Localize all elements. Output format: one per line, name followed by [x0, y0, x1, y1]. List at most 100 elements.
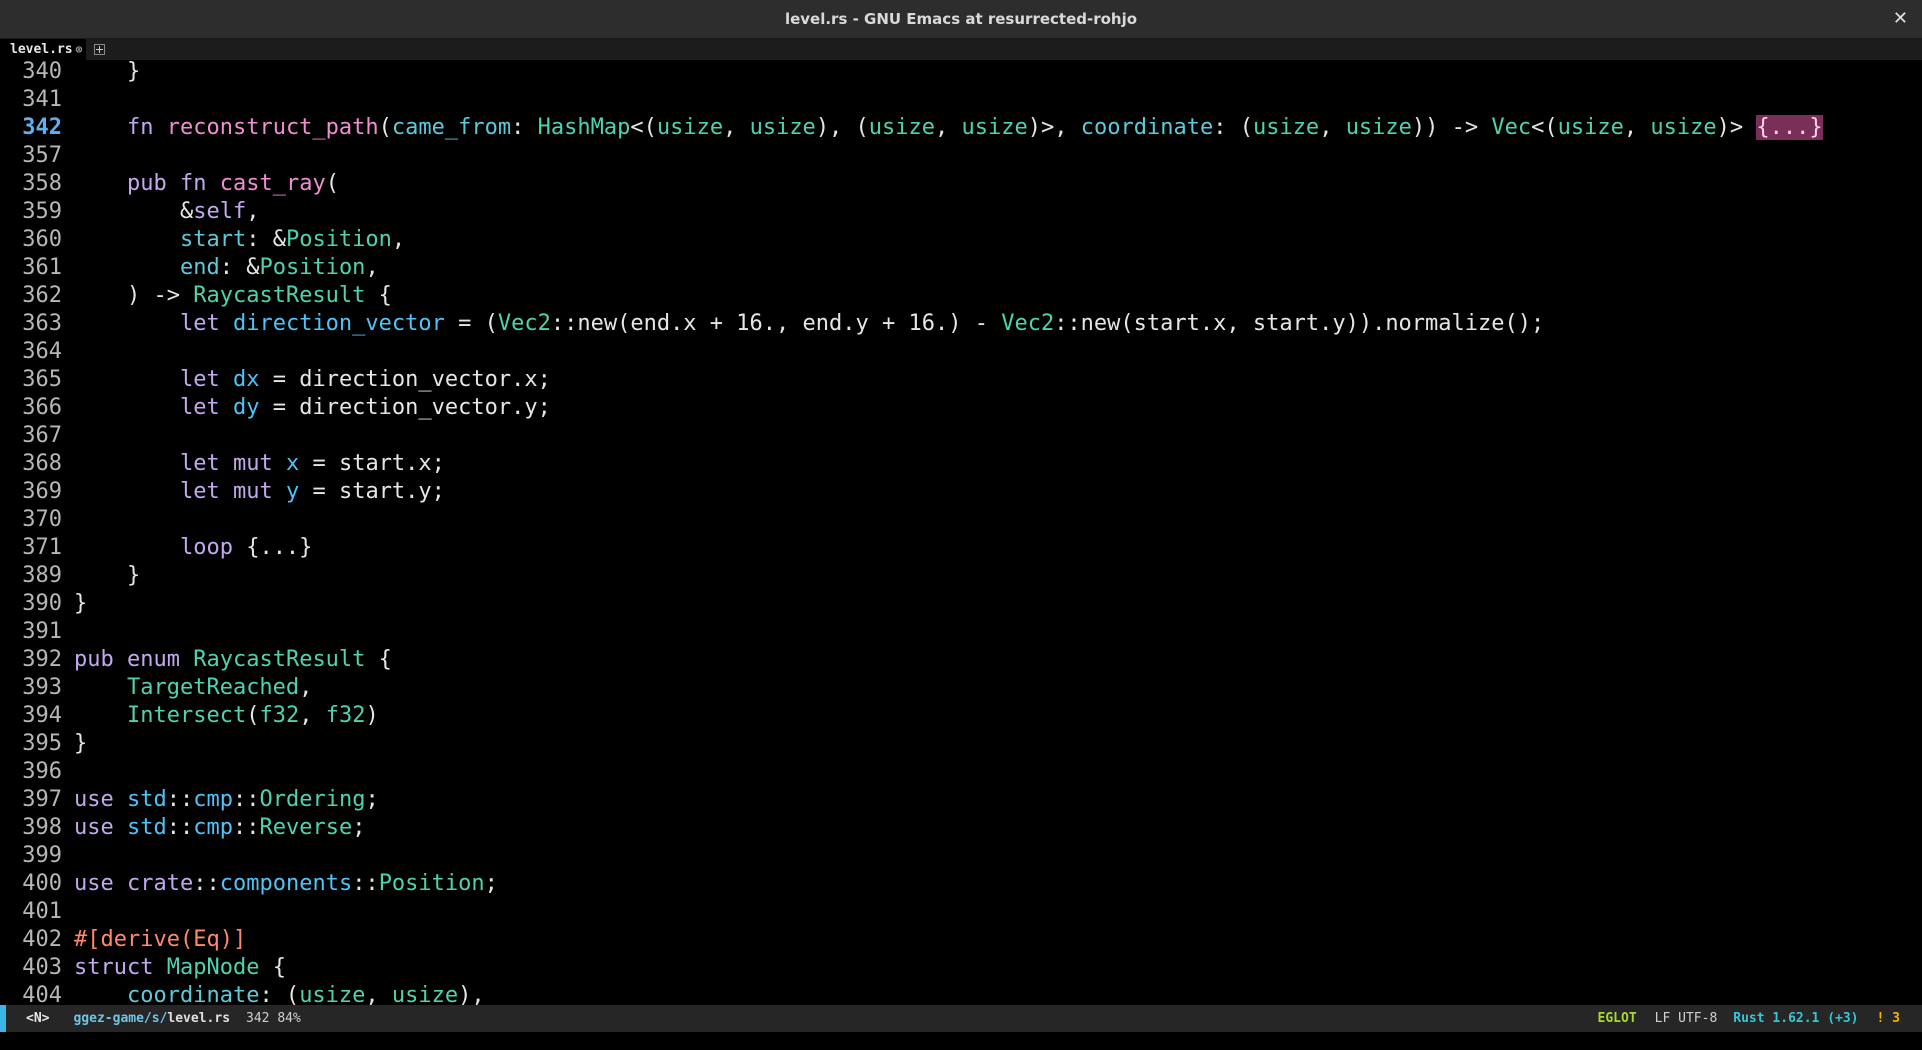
line-number: 394 [22, 703, 62, 728]
code-token: } [74, 60, 141, 84]
code-token: { [259, 955, 286, 980]
code-text: fn reconstruct_path(came_from: HashMap<(… [74, 114, 1823, 142]
code-line[interactable]: 399 [0, 842, 62, 870]
code-line[interactable]: 363 let direction_vector = (Vec2::new(en… [0, 310, 1544, 338]
code-line[interactable]: 403 struct MapNode { [0, 954, 286, 982]
code-line[interactable]: 398 use std::cmp::Reverse; [0, 814, 365, 842]
fold-indicator[interactable]: {...} [1756, 115, 1823, 140]
code-line[interactable]: 361 end: &Position, [0, 254, 378, 282]
code-line[interactable]: 392 pub enum RaycastResult { [0, 646, 392, 674]
code-line[interactable]: 368 let mut x = start.x; [0, 450, 445, 478]
code-line[interactable]: 395} [0, 730, 87, 758]
code-line[interactable]: 357 [0, 142, 62, 170]
code-line[interactable]: 369 let mut y = start.y; [0, 478, 445, 506]
code-line[interactable]: 391 [0, 618, 62, 646]
code-token: RaycastResult [193, 283, 366, 308]
encoding-indicator[interactable]: LF UTF-8 [1655, 1011, 1718, 1026]
code-token: : [511, 115, 538, 140]
code-text: loop {...} [74, 534, 312, 562]
echo-area[interactable] [0, 1032, 1922, 1050]
code-line[interactable]: 358 pub fn cast_ray( [0, 170, 339, 198]
code-token: ::new(start.x, start.y)).normalize(); [1054, 311, 1545, 336]
code-line[interactable]: 365 let dx = direction_vector.x; [0, 366, 551, 394]
code-text: pub enum RaycastResult { [74, 646, 392, 674]
code-line[interactable]: 390} [0, 590, 87, 618]
code-token: , [723, 115, 750, 140]
line-number: 396 [22, 759, 62, 784]
line-number: 400 [22, 871, 62, 896]
buffer-path[interactable]: ggez-game/s/level.rs [73, 1011, 230, 1026]
eglot-indicator[interactable]: EGLOT [1598, 1011, 1637, 1026]
code-token: & [74, 199, 194, 224]
code-token: came_from [391, 115, 512, 140]
code-line[interactable]: 364 [0, 338, 62, 366]
line-number: 359 [22, 199, 62, 224]
code-token: = direction_vector.x; [259, 367, 551, 392]
code-token: ( [378, 115, 392, 140]
code-text: use std::cmp::Ordering; [74, 786, 379, 814]
code-line[interactable]: 360 start: &Position, [0, 226, 405, 254]
line-number: 366 [22, 395, 62, 420]
code-token: } [74, 563, 141, 588]
code-token: Position [259, 255, 366, 280]
tab-level-rs[interactable]: level.rs ⊗ [0, 39, 87, 60]
code-line[interactable]: 394 Intersect(f32, f32) [0, 702, 378, 730]
code-line[interactable]: 397 use std::cmp::Ordering; [0, 786, 378, 814]
code-token: = start.x; [299, 451, 445, 476]
line-number: 397 [22, 787, 62, 812]
buffer-path-dir: ggez-game/s/ [73, 1011, 168, 1026]
code-token: Reverse [259, 815, 353, 840]
code-token: coordinate [126, 983, 260, 1005]
modeline-active-indicator [0, 1005, 6, 1032]
new-tab-button[interactable] [94, 39, 106, 60]
code-token: :: [193, 871, 220, 896]
code-line[interactable]: 359 &self, [0, 198, 259, 226]
code-token: f32 [325, 703, 366, 728]
code-line[interactable]: 401 [0, 898, 62, 926]
mode-line: <N> ggez-game/s/level.rs 342 84% EGLOT L… [0, 1005, 1922, 1032]
code-editor[interactable]: 340 } 341 342 fn reconstruct_path(came_fro… [0, 60, 1922, 1005]
code-line[interactable]: 396 [0, 758, 62, 786]
code-token: )> [1716, 115, 1757, 140]
code-line[interactable]: 340 } [0, 60, 140, 86]
code-text: let mut x = start.x; [74, 450, 445, 478]
code-token: )) -> [1411, 115, 1492, 140]
code-token: ; [484, 871, 498, 896]
close-icon[interactable]: ✕ [1893, 8, 1908, 30]
code-token: crate [127, 871, 194, 896]
code-token: direction_vector [232, 311, 445, 336]
code-line[interactable]: 342 fn reconstruct_path(came_from: HashM… [0, 114, 1823, 142]
code-token: x [285, 451, 300, 476]
major-mode-indicator[interactable]: Rust 1.62.1 (+3) [1733, 1011, 1858, 1026]
code-token: :: [233, 787, 260, 812]
code-token: Position [378, 871, 485, 896]
code-token: { [365, 283, 392, 308]
code-line[interactable]: 400 use crate::components::Position; [0, 870, 498, 898]
code-token: std [127, 815, 167, 840]
code-line[interactable]: 367 [0, 422, 62, 450]
tab-close-icon[interactable]: ⊗ [76, 43, 83, 56]
flymake-warnings[interactable]: ! 3 [1877, 1011, 1900, 1026]
code-line[interactable]: 389 } [0, 562, 140, 590]
code-line[interactable]: 402 #[derive(Eq)] [0, 926, 246, 954]
code-line[interactable]: 362 ) -> RaycastResult { [0, 282, 392, 310]
code-line[interactable]: 341 [0, 86, 62, 114]
code-token: let [179, 395, 220, 420]
code-line[interactable]: 366 let dy = direction_vector.y; [0, 394, 551, 422]
code-token: reconstruct_path [166, 115, 379, 140]
code-line[interactable]: 404 coordinate: (usize, usize), [0, 982, 484, 1005]
code-line[interactable]: 371 loop {...} [0, 534, 312, 562]
line-number: 391 [22, 619, 62, 644]
code-line[interactable]: 393 TargetReached, [0, 674, 312, 702]
code-token: ( [325, 171, 339, 196]
code-text: let dy = direction_vector.y; [74, 394, 551, 422]
code-line[interactable]: 370 [0, 506, 62, 534]
